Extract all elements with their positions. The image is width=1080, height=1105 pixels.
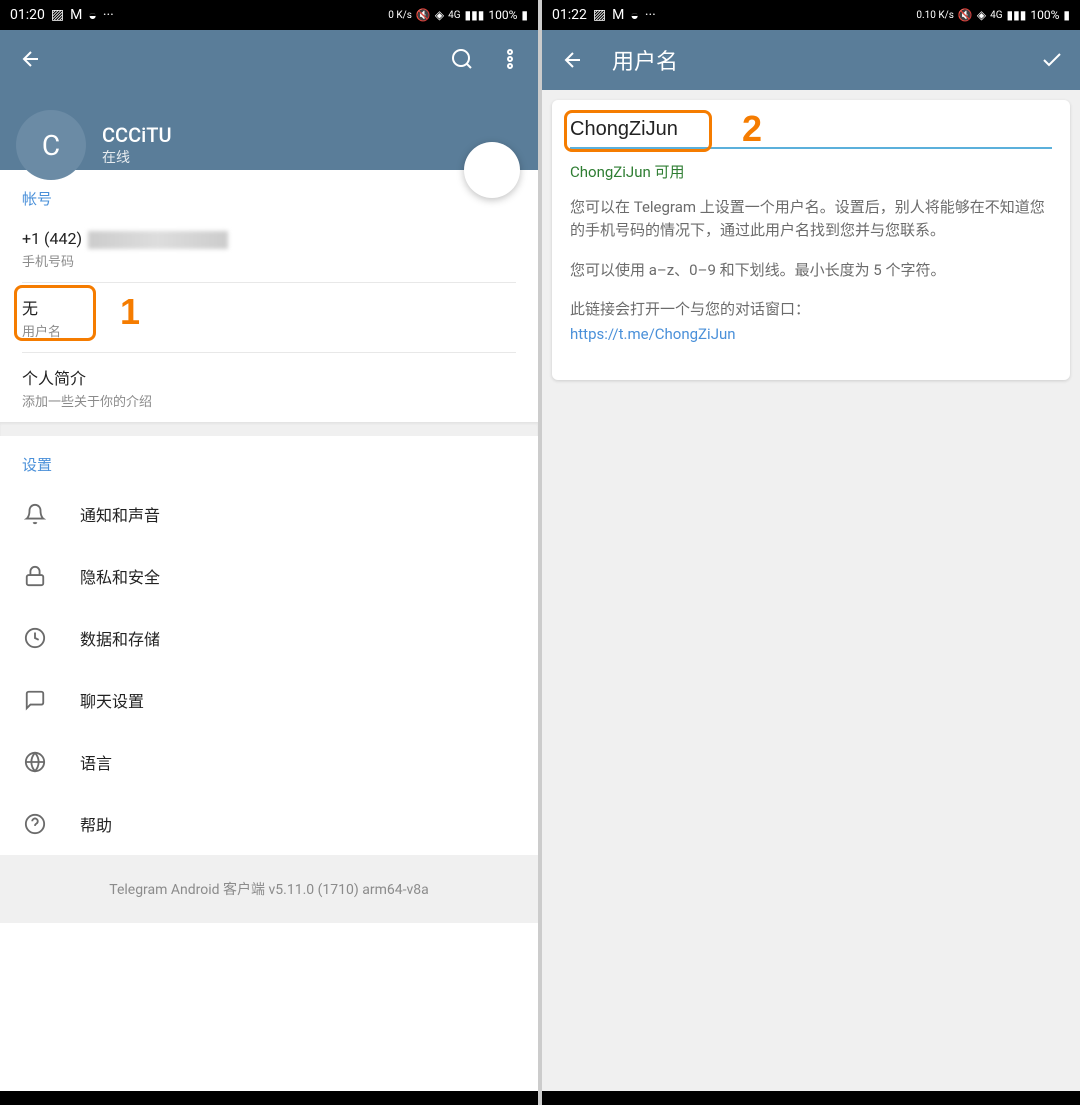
settings-language[interactable]: 语言: [0, 731, 538, 793]
bio-label: 个人简介: [22, 365, 516, 389]
speed-indicator: 0 K/s: [388, 10, 412, 21]
settings-chat[interactable]: 聊天设置: [0, 669, 538, 731]
nav-bar: [0, 1091, 538, 1105]
back-button[interactable]: [558, 45, 588, 75]
status-bar: 01:22 ▨ M ◒ ··· 0.10 K/s 🔇 ◈ 4G ▮▮▮ 100%…: [542, 0, 1080, 30]
footer-text: Telegram Android 客户端 v5.11.0 (1710) arm6…: [0, 855, 538, 923]
phone-value: +1 (442): [22, 229, 516, 249]
left-screen: 01:20 ▨ M ◒ ··· 0 K/s 🔇 ◈ 4G ▮▮▮ 100% ▮: [0, 0, 538, 1105]
phone-sub: 手机号码: [22, 251, 516, 270]
help-text-1: 您可以在 Telegram 上设置一个用户名。设置后，别人将能够在不知道您的手机…: [570, 196, 1052, 243]
mute-icon: 🔇: [416, 8, 431, 22]
status-time: 01:20: [10, 7, 45, 23]
phone-item[interactable]: +1 (442) 手机号码: [0, 217, 538, 282]
battery-text: 100%: [1030, 8, 1059, 22]
signal-icon: 4G: [448, 10, 460, 21]
confirm-button[interactable]: [1040, 48, 1064, 72]
battery-icon: ▮: [1063, 8, 1070, 22]
settings-data[interactable]: 数据和存储: [0, 607, 538, 669]
right-body: 2 ChongZiJun 可用 您可以在 Telegram 上设置一个用户名。设…: [542, 90, 1080, 1091]
chat-bubble-icon: ◒: [630, 7, 638, 24]
profile-status: 在线: [102, 147, 172, 167]
username-sub: 用户名: [22, 321, 516, 340]
signal-bars-icon: ▮▮▮: [465, 8, 485, 22]
header-title: 用户名: [612, 44, 678, 76]
username-header: 用户名: [542, 30, 1080, 90]
globe-icon: [22, 749, 48, 775]
chat-bubble-icon: ◒: [88, 7, 96, 24]
help-icon: [22, 811, 48, 837]
search-icon[interactable]: [450, 47, 474, 71]
battery-text: 100%: [488, 8, 517, 22]
mail-icon: M: [612, 7, 624, 23]
username-item[interactable]: 无 用户名 1: [0, 283, 538, 352]
right-screen: 01:22 ▨ M ◒ ··· 0.10 K/s 🔇 ◈ 4G ▮▮▮ 100%…: [542, 0, 1080, 1105]
more-vert-icon[interactable]: [498, 47, 522, 71]
username-value: 无: [22, 295, 516, 319]
profile-header: C CCCiTU 在线: [0, 30, 538, 170]
username-input[interactable]: [570, 118, 1052, 141]
back-button[interactable]: [16, 44, 46, 74]
battery-icon: ▮: [521, 8, 528, 22]
settings-privacy[interactable]: 隐私和安全: [0, 545, 538, 607]
content-area: 帐号 +1 (442) 手机号码 无 用户名 1 个人简介 添加一些关于你的介绍…: [0, 170, 538, 1091]
settings-notifications[interactable]: 通知和声音: [0, 483, 538, 545]
bell-icon: [22, 501, 48, 527]
signal-icon: 4G: [990, 10, 1002, 21]
help-text-3: 此链接会打开一个与您的对话窗口：: [570, 298, 1052, 321]
profile-name: CCCiTU: [102, 123, 172, 147]
status-time: 01:22: [552, 7, 587, 23]
lock-icon: [22, 563, 48, 589]
nav-bar: [542, 1091, 1080, 1105]
username-status: ChongZiJun 可用: [570, 161, 1052, 182]
wifi-icon: ◈: [435, 8, 444, 22]
avatar[interactable]: C: [16, 110, 86, 180]
mail-icon: M: [70, 7, 82, 23]
image-icon: ▨: [51, 7, 64, 23]
data-icon: [22, 625, 48, 651]
more-icon: ···: [645, 7, 656, 23]
speed-indicator: 0.10 K/s: [916, 10, 954, 21]
username-link[interactable]: https://t.me/ChongZiJun: [570, 323, 1052, 346]
username-card: 2 ChongZiJun 可用 您可以在 Telegram 上设置一个用户名。设…: [552, 100, 1070, 380]
status-bar: 01:20 ▨ M ◒ ··· 0 K/s 🔇 ◈ 4G ▮▮▮ 100% ▮: [0, 0, 538, 30]
bio-item[interactable]: 个人简介 添加一些关于你的介绍: [0, 353, 538, 422]
signal-bars-icon: ▮▮▮: [1007, 8, 1027, 22]
chat-icon: [22, 687, 48, 713]
username-input-wrap: 2: [570, 118, 1052, 149]
section-gap: [0, 422, 538, 436]
bio-sub: 添加一些关于你的介绍: [22, 391, 516, 410]
camera-button[interactable]: [464, 142, 520, 198]
image-icon: ▨: [593, 7, 606, 23]
help-text-2: 您可以使用 a–z、0–9 和下划线。最小长度为 5 个字符。: [570, 259, 1052, 282]
settings-section-label: 设置: [0, 436, 538, 483]
settings-help[interactable]: 帮助: [0, 793, 538, 855]
mute-icon: 🔇: [958, 8, 973, 22]
wifi-icon: ◈: [977, 8, 986, 22]
phone-redacted: [88, 231, 228, 249]
more-icon: ···: [103, 7, 114, 23]
